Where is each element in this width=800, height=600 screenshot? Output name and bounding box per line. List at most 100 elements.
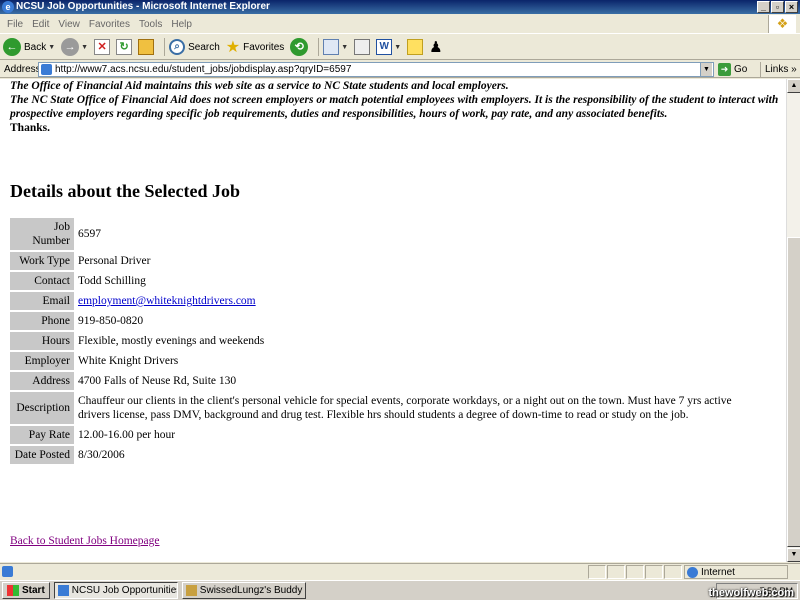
home-button[interactable]: [138, 39, 155, 55]
back-label: Back: [24, 41, 47, 53]
forward-arrow-icon: →: [61, 38, 80, 56]
chevron-right-icon: »: [791, 64, 797, 75]
menu-edit[interactable]: Edit: [32, 19, 49, 30]
history-icon: ⟲: [290, 38, 309, 56]
job-field-label: Hours: [10, 332, 74, 350]
back-dropdown-icon[interactable]: ▼: [48, 44, 55, 51]
taskbar-item-label: NCSU Job Opportunities ...: [71, 585, 178, 596]
address-input[interactable]: http://www7.acs.ncsu.edu/student_jobs/jo…: [38, 62, 714, 77]
window-title: NCSU Job Opportunities - Microsoft Inter…: [16, 1, 270, 12]
back-button[interactable]: ← Back ▼: [3, 38, 55, 56]
start-button[interactable]: Start: [2, 582, 50, 599]
edit-dropdown-icon[interactable]: ▼: [394, 44, 401, 51]
search-button[interactable]: ⌕ Search: [169, 39, 220, 55]
financial-aid-notice: The Office of Financial Aid maintains th…: [10, 79, 780, 135]
toolbar: ← Back ▼ → ▼ ✕ ↻ ⌕ Search ★ Favorites ⟲: [0, 35, 800, 60]
close-button[interactable]: ×: [785, 1, 798, 13]
scroll-thumb[interactable]: [787, 237, 800, 547]
messenger-person-icon: ♟: [429, 39, 443, 56]
print-button[interactable]: [354, 39, 371, 55]
mail-icon: [323, 39, 340, 55]
job-row: Hours Flexible, mostly evenings and weeke…: [10, 332, 758, 350]
job-field-value: Personal Driver: [78, 255, 151, 267]
links-button[interactable]: Links »: [760, 62, 797, 77]
menu-tools[interactable]: Tools: [139, 19, 162, 30]
menu-favorites[interactable]: Favorites: [89, 19, 130, 30]
job-field-label: Phone: [10, 312, 74, 330]
status-cell: [645, 565, 663, 579]
menu-file[interactable]: File: [7, 19, 23, 30]
browser-window: e NCSU Job Opportunities - Microsoft Int…: [0, 0, 800, 600]
scroll-up-icon[interactable]: ▲: [787, 79, 800, 93]
ie-logo-icon: e: [2, 1, 14, 13]
vertical-scrollbar[interactable]: ▲ ▼: [786, 79, 800, 562]
windows-logo-icon: ❖: [768, 15, 796, 33]
go-button[interactable]: ➜ Go: [718, 62, 747, 77]
menu-view[interactable]: View: [58, 19, 80, 30]
zone-label: Internet: [701, 567, 735, 578]
job-field-value: Chauffeur our clients in the client's pe…: [78, 395, 732, 421]
discuss-button[interactable]: [407, 39, 424, 55]
notice-line-2: The NC State Office of Financial Aid doe…: [10, 94, 779, 120]
email-link[interactable]: employment@whiteknightdrivers.com: [78, 295, 256, 307]
search-label: Search: [188, 41, 220, 53]
job-field-label: Pay Rate: [10, 426, 74, 444]
status-cell: [607, 565, 625, 579]
taskbar: Start NCSU Job Opportunities ... Swissed…: [0, 580, 800, 600]
home-icon: [138, 39, 155, 55]
back-to-homepage-link[interactable]: Back to Student Jobs Homepage: [10, 535, 159, 547]
title-bar: e NCSU Job Opportunities - Microsoft Int…: [0, 0, 800, 14]
status-cell: [664, 565, 682, 579]
go-label: Go: [734, 64, 748, 75]
links-label: Links: [765, 64, 789, 75]
taskbar-item-ie[interactable]: NCSU Job Opportunities ...: [53, 582, 178, 599]
word-icon: W: [376, 39, 393, 55]
stop-button[interactable]: ✕: [94, 39, 111, 55]
mail-dropdown-icon[interactable]: ▼: [341, 44, 348, 51]
ie-icon: [57, 585, 69, 596]
job-field-label: Employer: [10, 352, 74, 370]
mail-button[interactable]: ▼: [323, 39, 348, 55]
start-label: Start: [22, 585, 45, 596]
job-field-value: 12.00-16.00 per hour: [78, 429, 176, 441]
forward-button[interactable]: → ▼: [61, 38, 88, 56]
job-row: Work Type Personal Driver: [10, 252, 758, 270]
details-heading: Details about the Selected Job: [10, 181, 240, 201]
menu-bar: File Edit View Favorites Tools Help ❖: [0, 15, 800, 34]
globe-icon: [687, 567, 698, 578]
history-button[interactable]: ⟲: [290, 38, 309, 56]
status-bar: Internet: [0, 563, 800, 579]
favorites-button[interactable]: ★ Favorites: [226, 37, 284, 57]
status-page-icon: [2, 566, 13, 577]
job-row: Pay Rate 12.00-16.00 per hour: [10, 426, 758, 444]
job-field-value: 6597: [78, 228, 101, 240]
job-field-label: Email: [10, 292, 74, 310]
restore-button[interactable]: ▫: [771, 1, 784, 13]
back-arrow-icon: ←: [3, 38, 21, 56]
toolbar-separator: [164, 38, 166, 56]
menu-help[interactable]: Help: [171, 19, 192, 30]
job-row: Employer White Knight Drivers: [10, 352, 758, 370]
job-field-value: 8/30/2006: [78, 449, 125, 461]
job-row: Phone 919-850-0820: [10, 312, 758, 330]
address-dropdown-icon[interactable]: ▼: [700, 63, 712, 76]
address-url: http://www7.acs.ncsu.edu/student_jobs/jo…: [55, 64, 352, 75]
windows-flag-icon: [7, 585, 19, 596]
taskbar-item-buddy-list[interactable]: SwissedLungz's Buddy Li...: [181, 582, 306, 599]
status-cell: [626, 565, 644, 579]
job-field-value: 4700 Falls of Neuse Rd, Suite 130: [78, 375, 237, 387]
notice-thanks: Thanks.: [10, 122, 50, 134]
address-bar: Address http://www7.acs.ncsu.edu/student…: [0, 61, 800, 78]
messenger-button[interactable]: ♟: [429, 38, 442, 56]
minimize-button[interactable]: _: [757, 1, 770, 13]
refresh-button[interactable]: ↻: [116, 39, 133, 55]
edit-word-button[interactable]: W ▼: [376, 39, 401, 55]
go-arrow-icon: ➜: [718, 63, 731, 76]
notice-line-1: The Office of Financial Aid maintains th…: [10, 80, 509, 92]
job-row: Address 4700 Falls of Neuse Rd, Suite 130: [10, 372, 758, 390]
scroll-down-icon[interactable]: ▼: [787, 548, 800, 562]
page-content: The Office of Financial Aid maintains th…: [0, 79, 786, 562]
discuss-icon: [407, 39, 424, 55]
forward-dropdown-icon[interactable]: ▼: [81, 44, 88, 51]
security-zone: Internet: [684, 565, 788, 579]
